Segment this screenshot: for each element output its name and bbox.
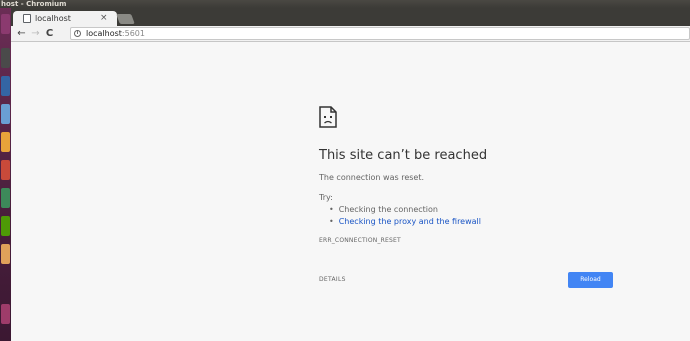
address-bar[interactable]: i localhost:5601 — [70, 27, 690, 40]
launcher-app-icon-9[interactable] — [1, 244, 10, 264]
error-code: ERR_CONNECTION_RESET — [319, 237, 401, 244]
forward-button[interactable]: → — [29, 27, 42, 40]
launcher-app-icon-2[interactable] — [1, 48, 10, 68]
browser-toolbar: ← → C i localhost:5601 — [11, 26, 690, 42]
try-label: Try: — [319, 193, 333, 202]
launcher-app-icon-3[interactable] — [1, 76, 10, 96]
launcher-app-icon-5[interactable] — [1, 132, 10, 152]
new-tab-button[interactable] — [116, 14, 135, 24]
tab-close-icon[interactable]: × — [100, 12, 108, 25]
error-description: The connection was reset. — [319, 173, 425, 182]
suggestion-check-connection: Checking the connection — [329, 204, 481, 216]
launcher-app-icon-1[interactable] — [1, 14, 10, 34]
suggestion-check-proxy-link[interactable]: Checking the proxy and the firewall — [329, 216, 481, 228]
window-title-bar: host - Chromium — [0, 0, 690, 8]
launcher-app-icon-6[interactable] — [1, 160, 10, 180]
url-port: :5601 — [121, 29, 145, 38]
tab-strip: localhost × — [11, 8, 690, 26]
window-title: host - Chromium — [1, 0, 67, 8]
sad-page-icon — [319, 106, 337, 128]
info-icon[interactable]: i — [74, 30, 81, 37]
back-button[interactable]: ← — [15, 27, 28, 40]
reload-button[interactable]: Reload — [568, 272, 613, 288]
tab-localhost[interactable]: localhost × — [13, 11, 117, 26]
launcher-app-icon-4[interactable] — [1, 104, 10, 124]
launcher-app-icon-7[interactable] — [1, 188, 10, 208]
launcher-app-icon-8[interactable] — [1, 216, 10, 236]
tab-title: localhost — [35, 14, 71, 23]
launcher-app-icon-10[interactable] — [1, 304, 10, 324]
suggestion-list: Checking the connection Checking the pro… — [329, 204, 481, 228]
error-title: This site can’t be reached — [319, 148, 488, 163]
details-button[interactable]: DETAILS — [319, 276, 346, 283]
error-page: This site can’t be reached The connectio… — [11, 42, 690, 341]
url-text[interactable]: localhost:5601 — [86, 28, 145, 39]
unity-launcher — [0, 8, 11, 341]
url-host: localhost — [86, 29, 122, 38]
page-favicon-icon — [23, 14, 31, 23]
reload-icon[interactable]: C — [43, 27, 56, 40]
